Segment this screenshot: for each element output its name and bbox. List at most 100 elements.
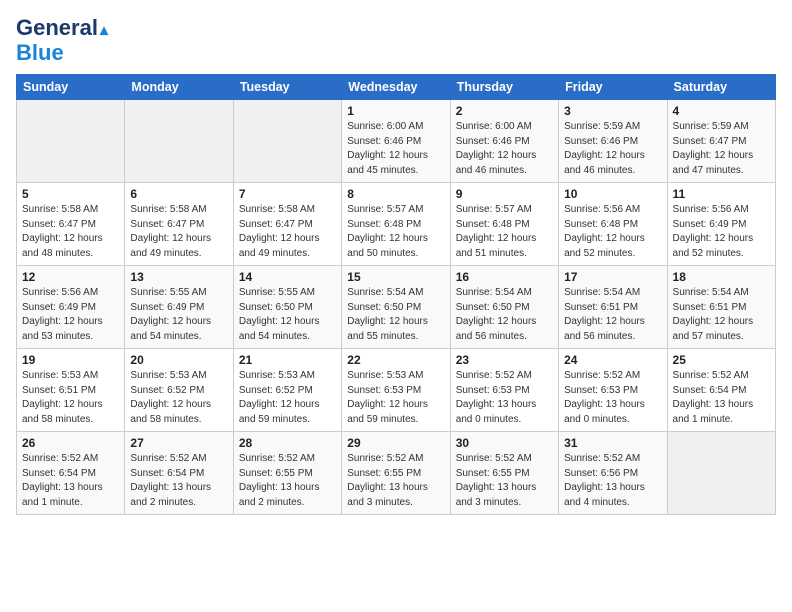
day-number: 24 — [564, 353, 661, 367]
calendar-cell: 9Sunrise: 5:57 AM Sunset: 6:48 PM Daylig… — [450, 183, 558, 266]
day-number: 6 — [130, 187, 227, 201]
calendar-cell: 16Sunrise: 5:54 AM Sunset: 6:50 PM Dayli… — [450, 266, 558, 349]
calendar-cell: 14 Sunrise: 5:55 AM Sunset: 6:50 PM Dayli… — [233, 266, 341, 349]
calendar-cell: 6 Sunrise: 5:58 AM Sunset: 6:47 PM Daylig… — [125, 183, 233, 266]
day-info: Sunrise: 5:58 AM Sunset: 6:47 PM Dayligh… — [239, 203, 336, 261]
day-info: Sunrise: 5:53 AM Sunset: 6:51 PM Dayligh… — [22, 369, 119, 427]
calendar-cell: 30 Sunrise: 5:52 AM Sunset: 6:55 PM Dayli… — [450, 432, 558, 515]
calendar-cell: 25Sunrise: 5:52 AM Sunset: 6:54 PM Dayli… — [667, 349, 775, 432]
day-info: Sunrise: 5:59 AM Sunset: 6:47 PM Dayligh… — [673, 120, 770, 178]
day-number: 31 — [564, 436, 661, 450]
day-info: Sunrise: 5:55 AM Sunset: 6:49 PM Dayligh… — [130, 286, 227, 344]
day-number: 2 — [456, 104, 553, 118]
calendar-cell: 31 Sunrise: 5:52 AM Sunset: 6:56 PM Dayli… — [559, 432, 667, 515]
calendar-cell: 15 Sunrise: 5:54 AM Sunset: 6:50 PM Dayli… — [342, 266, 450, 349]
day-number: 13 — [130, 270, 227, 284]
weekday-header: Thursday — [450, 75, 558, 100]
calendar-cell — [667, 432, 775, 515]
day-info: Sunrise: 5:54 AM Sunset: 6:50 PM Dayligh… — [347, 286, 444, 344]
day-info: Sunrise: 6:00 AM Sunset: 6:46 PM Dayligh… — [347, 120, 444, 178]
day-number: 14 — [239, 270, 336, 284]
day-info: Sunrise: 5:52 AM Sunset: 6:54 PM Dayligh… — [130, 452, 227, 510]
calendar-cell: 19 Sunrise: 5:53 AM Sunset: 6:51 PM Dayli… — [17, 349, 125, 432]
calendar-table: SundayMondayTuesdayWednesdayThursdayFrid… — [16, 74, 776, 515]
day-number: 15 — [347, 270, 444, 284]
weekday-header: Monday — [125, 75, 233, 100]
day-info: Sunrise: 5:52 AM Sunset: 6:53 PM Dayligh… — [564, 369, 661, 427]
day-info: Sunrise: 5:52 AM Sunset: 6:54 PM Dayligh… — [22, 452, 119, 510]
day-info: Sunrise: 5:58 AM Sunset: 6:47 PM Dayligh… — [130, 203, 227, 261]
calendar-cell: 2Sunrise: 6:00 AM Sunset: 6:46 PM Daylig… — [450, 100, 558, 183]
day-info: Sunrise: 5:55 AM Sunset: 6:50 PM Dayligh… — [239, 286, 336, 344]
day-info: Sunrise: 5:59 AM Sunset: 6:46 PM Dayligh… — [564, 120, 661, 178]
day-info: Sunrise: 5:57 AM Sunset: 6:48 PM Dayligh… — [456, 203, 553, 261]
calendar-row: 19 Sunrise: 5:53 AM Sunset: 6:51 PM Dayli… — [17, 349, 776, 432]
day-info: Sunrise: 5:53 AM Sunset: 6:52 PM Dayligh… — [239, 369, 336, 427]
day-info: Sunrise: 5:54 AM Sunset: 6:51 PM Dayligh… — [673, 286, 770, 344]
calendar-cell: 28Sunrise: 5:52 AM Sunset: 6:55 PM Dayli… — [233, 432, 341, 515]
day-info: Sunrise: 5:52 AM Sunset: 6:56 PM Dayligh… — [564, 452, 661, 510]
day-number: 8 — [347, 187, 444, 201]
day-number: 18 — [673, 270, 770, 284]
day-number: 7 — [239, 187, 336, 201]
weekday-header: Sunday — [17, 75, 125, 100]
calendar-cell — [17, 100, 125, 183]
day-number: 11 — [673, 187, 770, 201]
calendar-cell: 29 Sunrise: 5:52 AM Sunset: 6:55 PM Dayli… — [342, 432, 450, 515]
weekday-header: Tuesday — [233, 75, 341, 100]
calendar-cell: 20 Sunrise: 5:53 AM Sunset: 6:52 PM Dayli… — [125, 349, 233, 432]
day-number: 25 — [673, 353, 770, 367]
calendar-cell: 13 Sunrise: 5:55 AM Sunset: 6:49 PM Dayli… — [125, 266, 233, 349]
calendar-cell: 10 Sunrise: 5:56 AM Sunset: 6:48 PM Dayli… — [559, 183, 667, 266]
calendar-cell: 24 Sunrise: 5:52 AM Sunset: 6:53 PM Dayli… — [559, 349, 667, 432]
logo: General▴ Blue — [16, 16, 108, 66]
day-number: 29 — [347, 436, 444, 450]
day-number: 26 — [22, 436, 119, 450]
calendar-cell: 23 Sunrise: 5:52 AM Sunset: 6:53 PM Dayli… — [450, 349, 558, 432]
day-number: 10 — [564, 187, 661, 201]
calendar-cell: 17Sunrise: 5:54 AM Sunset: 6:51 PM Dayli… — [559, 266, 667, 349]
calendar-cell: 26 Sunrise: 5:52 AM Sunset: 6:54 PM Dayli… — [17, 432, 125, 515]
day-number: 1 — [347, 104, 444, 118]
calendar-cell: 18 Sunrise: 5:54 AM Sunset: 6:51 PM Dayli… — [667, 266, 775, 349]
page-header: General▴ Blue — [16, 16, 776, 66]
day-number: 27 — [130, 436, 227, 450]
day-info: Sunrise: 5:52 AM Sunset: 6:53 PM Dayligh… — [456, 369, 553, 427]
day-number: 17 — [564, 270, 661, 284]
day-info: Sunrise: 5:53 AM Sunset: 6:52 PM Dayligh… — [130, 369, 227, 427]
day-number: 5 — [22, 187, 119, 201]
day-info: Sunrise: 5:53 AM Sunset: 6:53 PM Dayligh… — [347, 369, 444, 427]
day-number: 20 — [130, 353, 227, 367]
calendar-row: 1 Sunrise: 6:00 AM Sunset: 6:46 PM Daylig… — [17, 100, 776, 183]
day-info: Sunrise: 5:56 AM Sunset: 6:49 PM Dayligh… — [22, 286, 119, 344]
day-number: 4 — [673, 104, 770, 118]
day-number: 30 — [456, 436, 553, 450]
calendar-row: 26 Sunrise: 5:52 AM Sunset: 6:54 PM Dayli… — [17, 432, 776, 515]
weekday-header: Wednesday — [342, 75, 450, 100]
logo-text: General▴ — [16, 16, 108, 40]
logo-blue: Blue — [16, 40, 64, 66]
calendar-cell: 4 Sunrise: 5:59 AM Sunset: 6:47 PM Daylig… — [667, 100, 775, 183]
day-number: 19 — [22, 353, 119, 367]
calendar-cell — [233, 100, 341, 183]
calendar-cell: 27 Sunrise: 5:52 AM Sunset: 6:54 PM Dayli… — [125, 432, 233, 515]
day-info: Sunrise: 5:52 AM Sunset: 6:55 PM Dayligh… — [347, 452, 444, 510]
header-row: SundayMondayTuesdayWednesdayThursdayFrid… — [17, 75, 776, 100]
day-number: 23 — [456, 353, 553, 367]
day-number: 22 — [347, 353, 444, 367]
calendar-cell: 21 Sunrise: 5:53 AM Sunset: 6:52 PM Dayli… — [233, 349, 341, 432]
day-info: Sunrise: 5:52 AM Sunset: 6:55 PM Dayligh… — [456, 452, 553, 510]
weekday-header: Friday — [559, 75, 667, 100]
day-info: Sunrise: 5:56 AM Sunset: 6:48 PM Dayligh… — [564, 203, 661, 261]
weekday-header: Saturday — [667, 75, 775, 100]
calendar-row: 5 Sunrise: 5:58 AM Sunset: 6:47 PM Daylig… — [17, 183, 776, 266]
day-info: Sunrise: 5:58 AM Sunset: 6:47 PM Dayligh… — [22, 203, 119, 261]
calendar-cell: 3 Sunrise: 5:59 AM Sunset: 6:46 PM Daylig… — [559, 100, 667, 183]
calendar-cell — [125, 100, 233, 183]
day-number: 21 — [239, 353, 336, 367]
day-info: Sunrise: 5:57 AM Sunset: 6:48 PM Dayligh… — [347, 203, 444, 261]
calendar-cell: 5 Sunrise: 5:58 AM Sunset: 6:47 PM Daylig… — [17, 183, 125, 266]
calendar-row: 12Sunrise: 5:56 AM Sunset: 6:49 PM Dayli… — [17, 266, 776, 349]
day-number: 3 — [564, 104, 661, 118]
calendar-cell: 7 Sunrise: 5:58 AM Sunset: 6:47 PM Daylig… — [233, 183, 341, 266]
